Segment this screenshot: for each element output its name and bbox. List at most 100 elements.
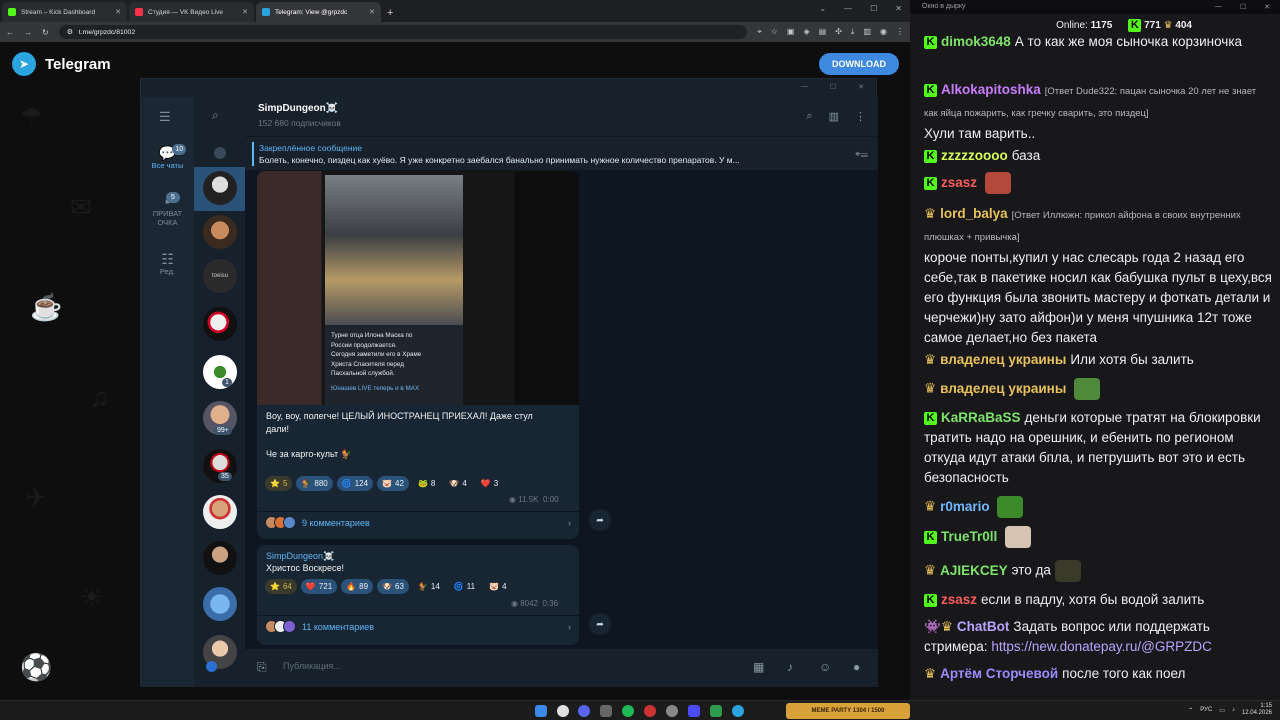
close-icon[interactable]: ✕	[858, 83, 864, 93]
download-icon[interactable]: ⤓	[851, 27, 855, 37]
chat-username[interactable]: владелец украины	[940, 352, 1066, 367]
chat-title[interactable]: SimpDungeon☠️	[258, 103, 338, 114]
close-icon[interactable]: ✕	[895, 4, 902, 13]
reaction-pill[interactable]: ⭐ 64	[265, 579, 297, 594]
reload-icon[interactable]: ↻	[42, 28, 49, 37]
volume-icon[interactable]: ♪	[1232, 707, 1235, 713]
reaction-pill[interactable]: 🔥 89	[341, 579, 374, 594]
back-icon[interactable]: ←	[6, 28, 14, 37]
clock[interactable]: 1:15 12.04.2026	[1242, 703, 1272, 717]
network-icon[interactable]: ▭	[1219, 707, 1225, 714]
meme-party-widget[interactable]: MEME PARTY 1304 / 1500	[786, 703, 910, 719]
extension-icon[interactable]: ▤	[819, 27, 827, 37]
chat-avatar[interactable]	[203, 307, 237, 341]
obs-icon[interactable]	[666, 705, 678, 717]
chat-avatar[interactable]	[203, 171, 237, 205]
minimize-icon[interactable]: —	[844, 4, 852, 13]
folder-private[interactable]: ▪5 ПРИВАТ ОЧКА	[141, 192, 194, 227]
chat-username[interactable]: zsasz	[941, 175, 977, 190]
start-icon[interactable]	[535, 705, 547, 717]
app-icon[interactable]	[644, 705, 656, 717]
extension-icon[interactable]: ▣	[787, 27, 795, 37]
emoji-icon[interactable]: ☺	[819, 660, 831, 674]
chat-username[interactable]: dimok3648	[941, 34, 1011, 49]
pin-list-icon[interactable]: ⌖☰	[855, 149, 868, 160]
archive-icon[interactable]	[214, 147, 226, 159]
puzzle-icon[interactable]: ✣	[835, 27, 842, 37]
chat-avatar[interactable]	[203, 587, 237, 621]
hamburger-menu-icon[interactable]: ☰	[159, 109, 171, 125]
sidebar-icon[interactable]: ▥	[863, 27, 871, 37]
close-tab-icon[interactable]: ✕	[369, 8, 375, 16]
reaction-pill[interactable]: ❤️ 721	[300, 579, 338, 594]
chat-username[interactable]: r0mario	[940, 499, 990, 514]
download-button[interactable]: DOWNLOAD	[819, 53, 899, 75]
tab-kick-dashboard[interactable]: Stream – Kick Dashboard ✕	[2, 2, 127, 22]
sidebar-toggle-icon[interactable]: ▥	[829, 110, 839, 123]
reaction-pill[interactable]: 🐶 4	[444, 476, 471, 491]
attach-icon[interactable]: ⎘	[257, 660, 267, 675]
reaction-pill[interactable]: 🐶 63	[377, 579, 409, 594]
chat-username[interactable]: lord_balya	[940, 206, 1008, 221]
tray-chevron-icon[interactable]: ⌃	[1188, 707, 1193, 714]
language-indicator[interactable]: РУС	[1200, 707, 1212, 713]
chat-username[interactable]: zsasz	[941, 592, 977, 607]
tab-vk-studio[interactable]: Студия — VK Видео Live ✕	[129, 2, 254, 22]
extension-icon[interactable]: ◈	[803, 27, 809, 37]
bell-icon[interactable]: ♪	[787, 660, 793, 674]
app-icon[interactable]	[710, 705, 722, 717]
chat-username[interactable]: AJIEKCEY	[940, 563, 1008, 578]
share-button[interactable]: ➦	[589, 509, 611, 531]
reaction-pill[interactable]: 🐸 8	[413, 476, 440, 491]
chat-avatar[interactable]	[203, 495, 237, 529]
reaction-pill[interactable]: 🐓 14	[413, 579, 445, 594]
new-tab-button[interactable]: +	[381, 7, 399, 22]
url-field[interactable]: ⚙ t.me/grpzdc/81002	[58, 25, 748, 39]
site-info-icon[interactable]: ⚙	[67, 28, 73, 36]
chat-username[interactable]: владелец украины	[940, 381, 1066, 396]
chat-username[interactable]: ChatBot	[957, 619, 1010, 634]
maximize-icon[interactable]: ☐	[1240, 3, 1246, 11]
more-options-icon[interactable]: ⋮	[855, 110, 866, 123]
chat-username[interactable]: TrueTr0ll	[941, 529, 997, 544]
chat-avatar[interactable]	[203, 215, 237, 249]
menu-dots-icon[interactable]: ⋮	[896, 27, 904, 37]
app-icon[interactable]	[688, 705, 700, 717]
close-icon[interactable]: ✕	[1264, 3, 1270, 11]
microphone-icon[interactable]: ●	[853, 660, 860, 674]
chrome-icon[interactable]	[557, 705, 569, 717]
chat-username[interactable]: Артём Сторчевой	[940, 666, 1058, 681]
maximize-icon[interactable]: ☐	[870, 4, 877, 13]
post-video[interactable]: Турне отца Илона Маска по России продолж…	[257, 171, 579, 405]
minimize-icon[interactable]: —	[801, 83, 808, 93]
reaction-pill[interactable]: ⭐ 5	[265, 476, 293, 491]
reaction-pill[interactable]: ❤️ 3	[476, 476, 503, 491]
close-tab-icon[interactable]: ✕	[115, 8, 121, 16]
search-icon[interactable]: ⌕	[806, 110, 812, 123]
telegram-icon[interactable]	[732, 705, 744, 717]
profile-icon[interactable]: ◉	[880, 27, 887, 37]
chat-username[interactable]: Alkokapitoshka	[941, 82, 1041, 97]
pinned-message[interactable]: Закреплённое сообщение Болеть, конечно, …	[245, 137, 878, 171]
translate-icon[interactable]: ⌖	[757, 27, 762, 37]
chat-avatar[interactable]	[203, 355, 237, 389]
tab-telegram[interactable]: Telegram: View @grpzdc ✕	[256, 2, 381, 22]
chat-username[interactable]: zzzzzoooo	[941, 148, 1008, 163]
discord-icon[interactable]	[578, 705, 590, 717]
reaction-pill[interactable]: 🐓 880	[296, 476, 333, 491]
reaction-pill[interactable]: 🐷 42	[377, 476, 409, 491]
reaction-pill[interactable]: 🌀 124	[336, 476, 374, 491]
composer-input[interactable]: Публикация...	[283, 661, 341, 671]
search-icon[interactable]: ⌕	[212, 108, 219, 123]
comments-link[interactable]: 9 комментариев ›	[265, 516, 571, 529]
close-tab-icon[interactable]: ✕	[242, 8, 248, 16]
bookmark-star-icon[interactable]: ☆	[771, 27, 778, 37]
forward-icon[interactable]: →	[24, 28, 32, 37]
folder-all-chats[interactable]: 💬 10 Все чаты	[141, 144, 194, 170]
spotify-icon[interactable]	[622, 705, 634, 717]
comments-link[interactable]: 11 комментариев ›	[265, 620, 571, 633]
schedule-icon[interactable]: ▦	[753, 660, 764, 674]
maximize-icon[interactable]: ☐	[830, 83, 836, 93]
reaction-pill[interactable]: 🌀 11	[449, 579, 480, 594]
chat-link[interactable]: https://new.donatepay.ru/@GRPZDC	[991, 639, 1212, 654]
